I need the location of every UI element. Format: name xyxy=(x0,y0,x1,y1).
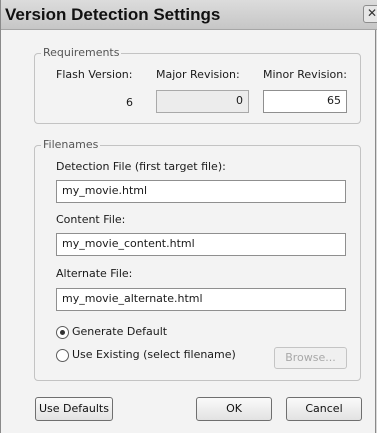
generate-default-radio[interactable] xyxy=(56,326,69,339)
filenames-legend: Filenames xyxy=(41,138,101,151)
major-revision-label: Major Revision: xyxy=(156,68,240,81)
flash-version-label: Flash Version: xyxy=(56,68,133,81)
use-existing-label[interactable]: Use Existing (select filename) xyxy=(72,348,236,361)
detection-file-input[interactable]: my_movie.html xyxy=(56,180,346,203)
content-file-label: Content File: xyxy=(56,213,126,226)
flash-version-value: 6 xyxy=(126,96,133,109)
major-revision-field[interactable]: 0 xyxy=(156,90,249,113)
cancel-button[interactable]: Cancel xyxy=(286,397,362,421)
minor-revision-field[interactable]: 65 xyxy=(263,90,347,113)
dialog-title: Version Detection Settings xyxy=(5,5,221,24)
generate-default-label[interactable]: Generate Default xyxy=(72,325,167,338)
radio-selected-dot xyxy=(60,330,65,335)
requirements-legend: Requirements xyxy=(41,46,122,59)
use-defaults-button[interactable]: Use Defaults xyxy=(35,397,113,421)
minor-revision-label: Minor Revision: xyxy=(263,68,347,81)
requirements-group: Requirements xyxy=(34,46,361,124)
content-file-input[interactable]: my_movie_content.html xyxy=(56,233,346,256)
detection-file-label: Detection File (first target file): xyxy=(56,160,226,173)
version-detection-dialog: Version Detection Settings ✕ Requirement… xyxy=(0,0,377,433)
ok-button[interactable]: OK xyxy=(196,397,272,421)
title-bar[interactable]: Version Detection Settings ✕ xyxy=(1,0,377,30)
alternate-file-label: Alternate File: xyxy=(56,267,133,280)
use-existing-radio[interactable] xyxy=(56,349,69,362)
browse-button[interactable]: Browse... xyxy=(274,347,347,369)
close-icon[interactable]: ✕ xyxy=(363,5,377,23)
alternate-file-input[interactable]: my_movie_alternate.html xyxy=(56,288,346,311)
